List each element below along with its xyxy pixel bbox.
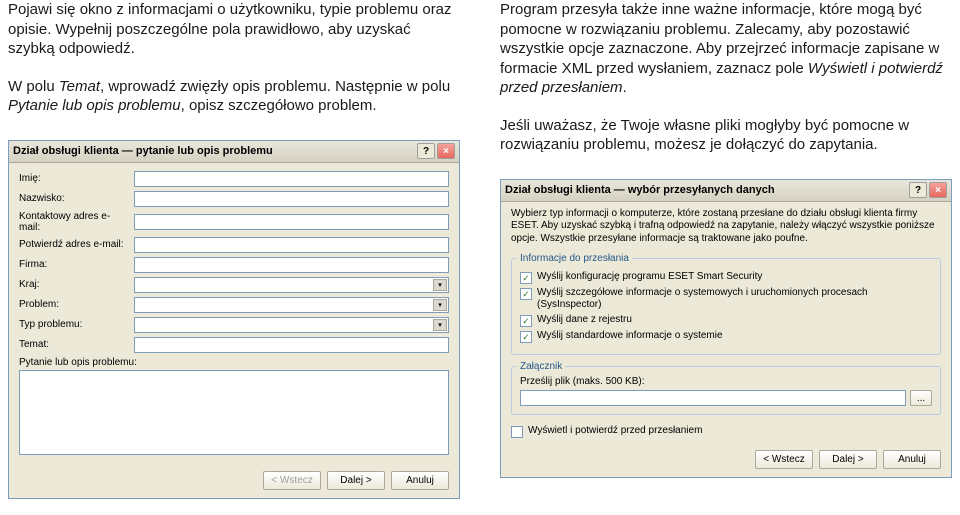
right-dialog-buttons: < Wstecz Dalej > Anuluj bbox=[501, 442, 951, 477]
chevron-down-icon: ▾ bbox=[433, 299, 447, 311]
input-email[interactable] bbox=[134, 214, 449, 230]
right-dialog-info: Wybierz typ informacji o komputerze, któ… bbox=[501, 202, 951, 248]
left-dialog-title: Dział obsługi klienta — pytanie lub opis… bbox=[13, 145, 415, 157]
back-button[interactable]: < Wstecz bbox=[755, 450, 813, 469]
help-icon[interactable]: ? bbox=[417, 143, 435, 159]
checkbox-config-label: Wyślij konfigurację programu ESET Smart … bbox=[537, 271, 762, 283]
input-imie[interactable] bbox=[134, 171, 449, 187]
cancel-button[interactable]: Anuluj bbox=[883, 450, 941, 469]
label-email: Kontaktowy adres e-mail: bbox=[19, 211, 134, 233]
select-typ[interactable]: ▾ bbox=[134, 317, 449, 333]
right-paragraph-2: Jeśli uważasz, że Twoje własne pliki mog… bbox=[500, 116, 952, 155]
checkbox-sysinspector[interactable]: ✓ bbox=[520, 288, 532, 300]
cancel-button[interactable]: Anuluj bbox=[391, 471, 449, 490]
right-dialog-titlebar: Dział obsługi klienta — wybór przesyłany… bbox=[501, 180, 951, 202]
label-temat: Temat: bbox=[19, 339, 134, 350]
checkbox-registry-label: Wyślij dane z rejestru bbox=[537, 314, 632, 326]
help-icon[interactable]: ? bbox=[909, 182, 927, 198]
checkbox-confirm[interactable] bbox=[511, 426, 523, 438]
close-icon[interactable]: × bbox=[437, 143, 455, 159]
back-button[interactable]: < Wstecz bbox=[263, 471, 321, 490]
label-firma: Firma: bbox=[19, 259, 134, 270]
checkbox-system-label: Wyślij standardowe informacje o systemie bbox=[537, 330, 723, 342]
input-temat[interactable] bbox=[134, 337, 449, 353]
input-email-confirm[interactable] bbox=[134, 237, 449, 253]
label-nazwisko: Nazwisko: bbox=[19, 193, 134, 204]
left-dialog: Dział obsługi klienta — pytanie lub opis… bbox=[8, 140, 460, 499]
fieldset-info-legend: Informacje do przesłania bbox=[517, 253, 632, 264]
left-dialog-buttons: < Wstecz Dalej > Anuluj bbox=[9, 463, 459, 498]
close-icon[interactable]: × bbox=[929, 182, 947, 198]
label-typ: Typ problemu: bbox=[19, 319, 134, 330]
checkbox-confirm-label: Wyświetl i potwierdź przed przesłaniem bbox=[528, 425, 702, 437]
checkbox-config[interactable]: ✓ bbox=[520, 272, 532, 284]
file-label: Prześlij plik (maks. 500 KB): bbox=[520, 376, 932, 387]
chevron-down-icon: ▾ bbox=[433, 279, 447, 291]
left-dialog-body: Imię: Nazwisko: Kontaktowy adres e-mail:… bbox=[9, 163, 459, 463]
checkbox-system[interactable]: ✓ bbox=[520, 331, 532, 343]
label-pytanie: Pytanie lub opis problemu: bbox=[19, 357, 449, 368]
select-kraj[interactable]: ▾ bbox=[134, 277, 449, 293]
label-kraj: Kraj: bbox=[19, 279, 134, 290]
fieldset-info: Informacje do przesłania ✓ Wyślij konfigu… bbox=[511, 253, 941, 355]
label-problem: Problem: bbox=[19, 299, 134, 310]
next-button[interactable]: Dalej > bbox=[327, 471, 385, 490]
checkbox-sysinspector-label: Wyślij szczegółowe informacje o systemow… bbox=[537, 287, 932, 311]
file-input[interactable] bbox=[520, 390, 906, 406]
right-dialog: Dział obsługi klienta — wybór przesyłany… bbox=[500, 179, 952, 479]
label-imie: Imię: bbox=[19, 173, 134, 184]
label-email-confirm: Potwierdź adres e-mail: bbox=[19, 239, 134, 250]
browse-button[interactable]: ... bbox=[910, 390, 932, 406]
left-dialog-titlebar: Dział obsługi klienta — pytanie lub opis… bbox=[9, 141, 459, 163]
select-problem[interactable]: ▾ bbox=[134, 297, 449, 313]
next-button[interactable]: Dalej > bbox=[819, 450, 877, 469]
left-paragraph-1: Pojawi się okno z informacjami o użytkow… bbox=[8, 0, 460, 59]
right-paragraph-1: Program przesyła także inne ważne inform… bbox=[500, 0, 952, 98]
checkbox-registry[interactable]: ✓ bbox=[520, 315, 532, 327]
input-firma[interactable] bbox=[134, 257, 449, 273]
chevron-down-icon: ▾ bbox=[433, 319, 447, 331]
fieldset-attachment-legend: Załącznik bbox=[517, 361, 565, 372]
textarea-pytanie[interactable] bbox=[19, 370, 449, 455]
right-dialog-title: Dział obsługi klienta — wybór przesyłany… bbox=[505, 184, 907, 196]
left-column: Pojawi się okno z informacjami o użytkow… bbox=[8, 0, 460, 515]
input-nazwisko[interactable] bbox=[134, 191, 449, 207]
right-column: Program przesyła także inne ważne inform… bbox=[500, 0, 952, 515]
left-paragraph-2: W polu Temat, wprowadź zwięzły opis prob… bbox=[8, 77, 460, 116]
fieldset-attachment: Załącznik Prześlij plik (maks. 500 KB): … bbox=[511, 361, 941, 415]
